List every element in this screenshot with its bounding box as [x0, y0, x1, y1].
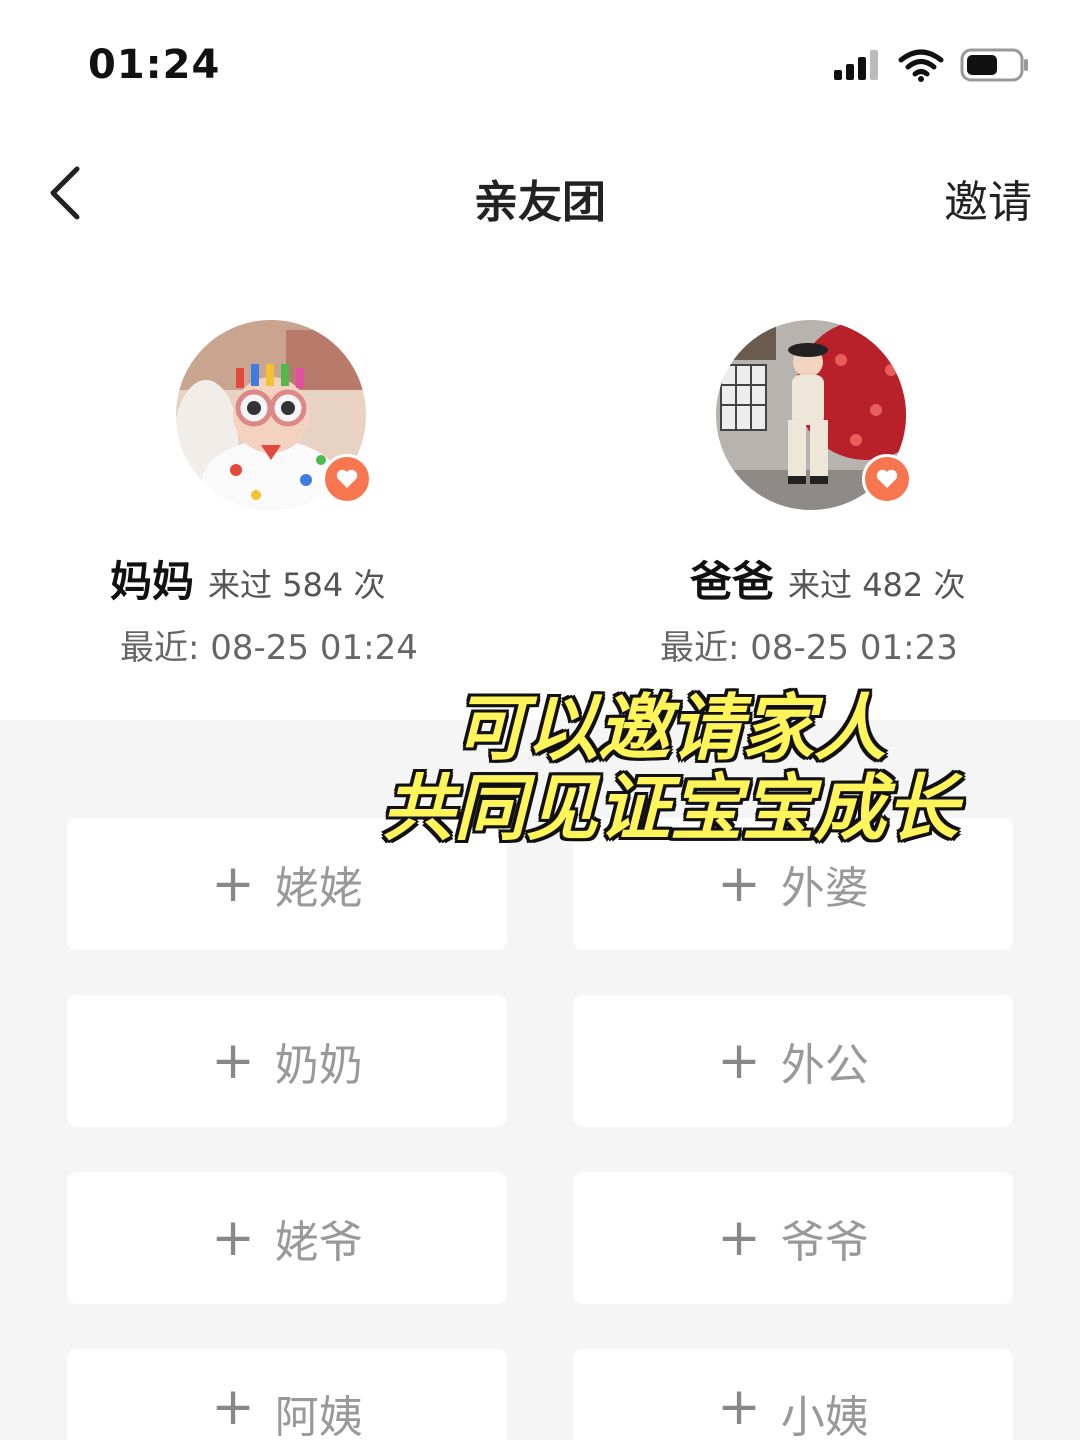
status-bar: 01:24 [0, 0, 1080, 130]
add-relative-button[interactable]: + 奶奶 [67, 995, 507, 1127]
plus-icon: + [211, 854, 255, 914]
relative-label: 小姨 [780, 1392, 869, 1443]
relative-label: 奶奶 [274, 1040, 363, 1091]
member-visits: 来过 584 次 [208, 566, 386, 604]
add-relative-button[interactable]: + 外公 [573, 995, 1013, 1127]
add-relative-button[interactable]: + 姥爷 [67, 1172, 507, 1304]
status-icons [834, 48, 1030, 86]
member-visits: 来过 482 次 [788, 566, 966, 604]
heart-badge [322, 454, 372, 504]
relative-label: 姥姥 [274, 863, 363, 914]
add-relative-button[interactable]: + 阿姨 [67, 1349, 507, 1443]
heart-icon [336, 469, 358, 488]
member-recent: 最近: 08-25 01:23 [660, 628, 958, 668]
overlay-caption: 可以邀请家人 共同见证宝宝成长 [330, 688, 1010, 848]
add-relative-button[interactable]: + 爷爷 [573, 1172, 1013, 1304]
relative-label: 爷爷 [780, 1217, 869, 1268]
caption-line: 共同见证宝宝成长 [381, 766, 958, 850]
plus-icon: + [717, 1377, 761, 1437]
avatar-wrap [716, 320, 912, 510]
member-name: 妈妈 [110, 557, 195, 606]
relative-label: 阿姨 [274, 1392, 363, 1443]
relative-label: 姥爷 [274, 1217, 363, 1268]
page-title: 亲友团 [474, 177, 606, 228]
plus-icon: + [717, 1208, 761, 1268]
avatar-wrap [176, 320, 372, 510]
heart-badge [862, 454, 912, 504]
wifi-icon [898, 48, 944, 86]
member-recent: 最近: 08-25 01:24 [120, 628, 418, 668]
battery-icon [960, 48, 1030, 86]
add-relative-button[interactable]: + 小姨 [573, 1349, 1013, 1443]
plus-icon: + [211, 1377, 255, 1437]
plus-icon: + [211, 1031, 255, 1091]
plus-icon: + [717, 1031, 761, 1091]
heart-icon [876, 469, 898, 488]
signal-icon [834, 50, 882, 84]
member-name-line: 妈妈 来过 584 次 [110, 548, 385, 609]
plus-icon: + [211, 1208, 255, 1268]
member-name: 爸爸 [690, 557, 775, 606]
relative-label: 外婆 [780, 863, 869, 914]
invite-button[interactable]: 邀请 [944, 166, 1032, 230]
relative-label: 外公 [780, 1040, 869, 1091]
plus-icon: + [717, 854, 761, 914]
nav-bar: 亲友团 邀请 [0, 140, 1080, 250]
member-card-mom[interactable]: 妈妈 来过 584 次 最近: 08-25 01:24 [70, 320, 470, 680]
caption-line: 可以邀请家人 [453, 686, 886, 770]
member-name-line: 爸爸 来过 482 次 [690, 548, 965, 609]
member-card-dad[interactable]: 爸爸 来过 482 次 最近: 08-25 01:23 [610, 320, 1010, 680]
status-time: 01:24 [88, 42, 221, 88]
